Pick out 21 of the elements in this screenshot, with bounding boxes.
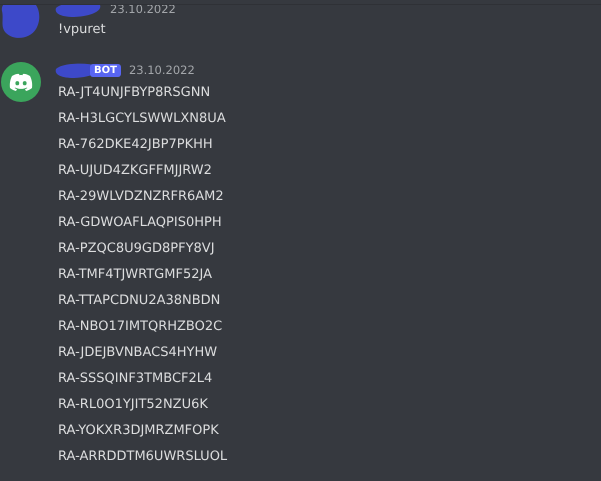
bot-avatar-icon[interactable] [1,62,41,102]
bot-tag: BOT [90,64,121,76]
redaction-scribble [0,5,42,41]
message-text: RA-TMF4TJWRTGMF52JA [58,266,213,284]
message-text: RA-TTAPCDNU2A38NBDN [58,292,222,310]
message-text: RA-SSSQINF3TMBCF2L4 [58,370,214,388]
message-text: RA-RL0O1YJIT52NZU6K [58,396,209,414]
timestamp: 23.10.2022 [128,63,195,77]
message-text: RA-H3LGCYLSWWLXN8UA [58,110,227,128]
message-text: !vpuret [58,21,107,39]
message-text: RA-NBO17IMTQRHZBO2C [58,318,224,336]
message-text: RA-29WLVDZNZRFR6AM2 [58,188,225,206]
message-text: RA-JDEJBVNBACS4HYHW [58,344,218,362]
message-text: RA-GDWOAFLAQPIS0HPH [58,214,223,232]
message-text: RA-PZQC8U9GD8PFY8VJ [58,240,216,258]
message-text: RA-762DKE42JBP7PKHH [58,136,214,154]
redaction-scribble [54,5,102,18]
message-text: RA-JT4UNJFBYP8RSGNN [58,84,212,102]
message-text: RA-UJUD4ZKGFFMJJRW2 [58,162,213,180]
message-text: RA-YOKXR3DJMRZMFOPK [58,422,220,440]
message-text: RA-ARRDDTM6UWRSLUOL [58,448,228,466]
